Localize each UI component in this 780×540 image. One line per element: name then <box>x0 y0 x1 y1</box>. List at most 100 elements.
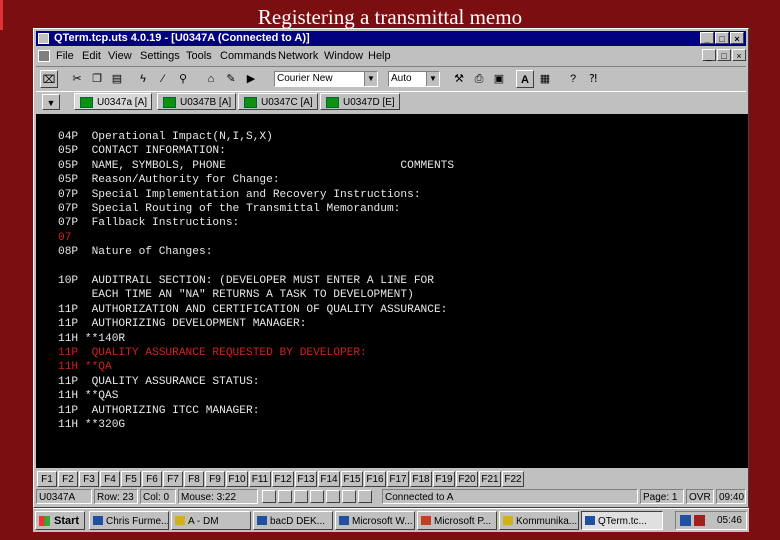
paste-icon[interactable]: ▤ <box>108 70 126 88</box>
close-button[interactable]: × <box>730 32 744 44</box>
status-time: 09:40 <box>716 489 746 504</box>
fkey-f20[interactable]: F20 <box>456 471 478 487</box>
fkey-f18[interactable]: F18 <box>410 471 432 487</box>
mdi-restore-button[interactable]: □ <box>717 49 731 61</box>
fkey-f22[interactable]: F22 <box>502 471 524 487</box>
tab-u0347b[interactable]: U0347B [A] <box>157 93 237 110</box>
status-toggle-3[interactable] <box>294 490 308 503</box>
fkey-f21[interactable]: F21 <box>479 471 501 487</box>
folder-icon <box>503 516 513 525</box>
window-controls: _ □ × <box>699 32 744 45</box>
terminal-line: 11H **140R <box>58 332 126 345</box>
fkey-f4[interactable]: F4 <box>100 471 120 487</box>
menu-commands[interactable]: Commands <box>220 47 276 65</box>
fkey-f11[interactable]: F11 <box>249 471 271 487</box>
network-icon[interactable] <box>680 515 691 526</box>
task-qterm[interactable]: QTerm.tc... <box>581 511 663 530</box>
size-select-value: Auto <box>391 73 412 84</box>
menu-settings[interactable]: Settings <box>140 47 180 65</box>
image-icon[interactable]: ▦ <box>536 70 554 88</box>
session-dropdown[interactable]: ▼ <box>42 94 60 110</box>
fkey-f13[interactable]: F13 <box>295 471 317 487</box>
fkey-f3[interactable]: F3 <box>79 471 99 487</box>
size-select[interactable]: Auto ▼ <box>388 71 440 87</box>
tab-label: U0347D [E] <box>343 97 395 108</box>
mdi-minimize-button[interactable]: _ <box>702 49 716 61</box>
fkey-f12[interactable]: F12 <box>272 471 294 487</box>
pencil-icon[interactable]: ✎ <box>222 70 240 88</box>
menu-view[interactable]: View <box>108 47 132 65</box>
copy-icon[interactable]: ❐ <box>88 70 106 88</box>
task-label: Microsoft W... <box>352 516 413 527</box>
terminal-line: 04P Operational Impact(N,I,S,X) <box>58 131 273 143</box>
status-mouse: Mouse: 3:22 <box>178 489 258 504</box>
window-titlebar[interactable]: QTerm.tcp.uts 4.0.19 - [U0347A (Connecte… <box>36 31 746 46</box>
fkey-f15[interactable]: F15 <box>341 471 363 487</box>
hammer-icon[interactable]: ⚒ <box>450 70 468 88</box>
status-toggle-1[interactable] <box>262 490 276 503</box>
fkey-f10[interactable]: F10 <box>226 471 248 487</box>
task-kommunika[interactable]: Kommunika... <box>499 511 579 530</box>
status-toggle-7[interactable] <box>358 490 372 503</box>
task-chris-furme[interactable]: Chris Furme... <box>89 511 169 530</box>
play-icon[interactable]: ▶ <box>242 70 260 88</box>
status-toggle-5[interactable] <box>326 490 340 503</box>
menu-help[interactable]: Help <box>368 47 391 65</box>
fkey-f6[interactable]: F6 <box>142 471 162 487</box>
chevron-down-icon[interactable]: ▼ <box>364 72 377 86</box>
print-icon[interactable]: ⎙ <box>470 70 488 88</box>
bank-icon[interactable]: ⌂ <box>202 70 220 88</box>
lightning-icon[interactable]: ϟ <box>134 70 152 88</box>
monitor-icon <box>244 97 257 108</box>
session-tabbar: ▼ U0347a [A] U0347B [A] U0347C [A] U0347… <box>36 91 746 113</box>
app-icon[interactable] <box>38 33 49 44</box>
tab-u0347d[interactable]: U0347D [E] <box>320 93 400 110</box>
fkey-f8[interactable]: F8 <box>184 471 204 487</box>
fkey-f14[interactable]: F14 <box>318 471 340 487</box>
terminal-screen[interactable]: 04P Operational Impact(N,I,S,X) 05P CONTA… <box>36 114 748 468</box>
fkey-f7[interactable]: F7 <box>163 471 183 487</box>
document-icon[interactable] <box>38 50 50 62</box>
find-icon[interactable]: ⚲ <box>174 70 192 88</box>
fkey-f17[interactable]: F17 <box>387 471 409 487</box>
connect-icon[interactable]: ⌧ <box>40 70 58 88</box>
menu-window[interactable]: Window <box>324 47 363 65</box>
status-toggle-4[interactable] <box>310 490 324 503</box>
chevron-down-icon[interactable]: ▼ <box>426 72 439 86</box>
menu-edit[interactable]: Edit <box>82 47 101 65</box>
maximize-button[interactable]: □ <box>715 32 729 44</box>
font-icon[interactable]: A <box>516 70 534 88</box>
task-microsoft-powerpoint[interactable]: Microsoft P... <box>417 511 497 530</box>
minimize-button[interactable]: _ <box>700 32 714 44</box>
task-bacd-dek[interactable]: bacD DEK... <box>253 511 333 530</box>
status-toggle-2[interactable] <box>278 490 292 503</box>
save-icon[interactable]: ▣ <box>490 70 508 88</box>
help-icon[interactable]: ? <box>564 70 582 88</box>
windows-logo-icon <box>39 516 50 526</box>
fkey-f19[interactable]: F19 <box>433 471 455 487</box>
taskbar-clock: 05:46 <box>716 515 742 526</box>
cut-icon[interactable]: ✂ <box>68 70 86 88</box>
menu-tools[interactable]: Tools <box>186 47 212 65</box>
tab-u0347c[interactable]: U0347C [A] <box>238 93 318 110</box>
status-toggle-6[interactable] <box>342 490 356 503</box>
fkey-f5[interactable]: F5 <box>121 471 141 487</box>
mdi-close-button[interactable]: × <box>732 49 746 61</box>
fkey-f16[interactable]: F16 <box>364 471 386 487</box>
fkey-f1[interactable]: F1 <box>37 471 57 487</box>
font-select[interactable]: Courier New ▼ <box>274 71 378 87</box>
tab-u0347a[interactable]: U0347a [A] <box>74 93 153 110</box>
magic-wand-icon[interactable]: ⁄ <box>154 70 172 88</box>
monitor-icon <box>163 97 176 108</box>
monitor-icon <box>326 97 339 108</box>
task-a-dm[interactable]: A - DM <box>171 511 251 530</box>
context-help-icon[interactable]: ⁈ <box>584 70 602 88</box>
menu-network[interactable]: Network <box>278 47 318 65</box>
task-microsoft-word[interactable]: Microsoft W... <box>335 511 415 530</box>
start-button[interactable]: Start <box>35 511 85 530</box>
menubar: File Edit View Settings Tools Commands N… <box>36 47 746 65</box>
antivirus-icon[interactable] <box>694 515 705 526</box>
fkey-f9[interactable]: F9 <box>205 471 225 487</box>
menu-file[interactable]: File <box>56 47 74 65</box>
fkey-f2[interactable]: F2 <box>58 471 78 487</box>
